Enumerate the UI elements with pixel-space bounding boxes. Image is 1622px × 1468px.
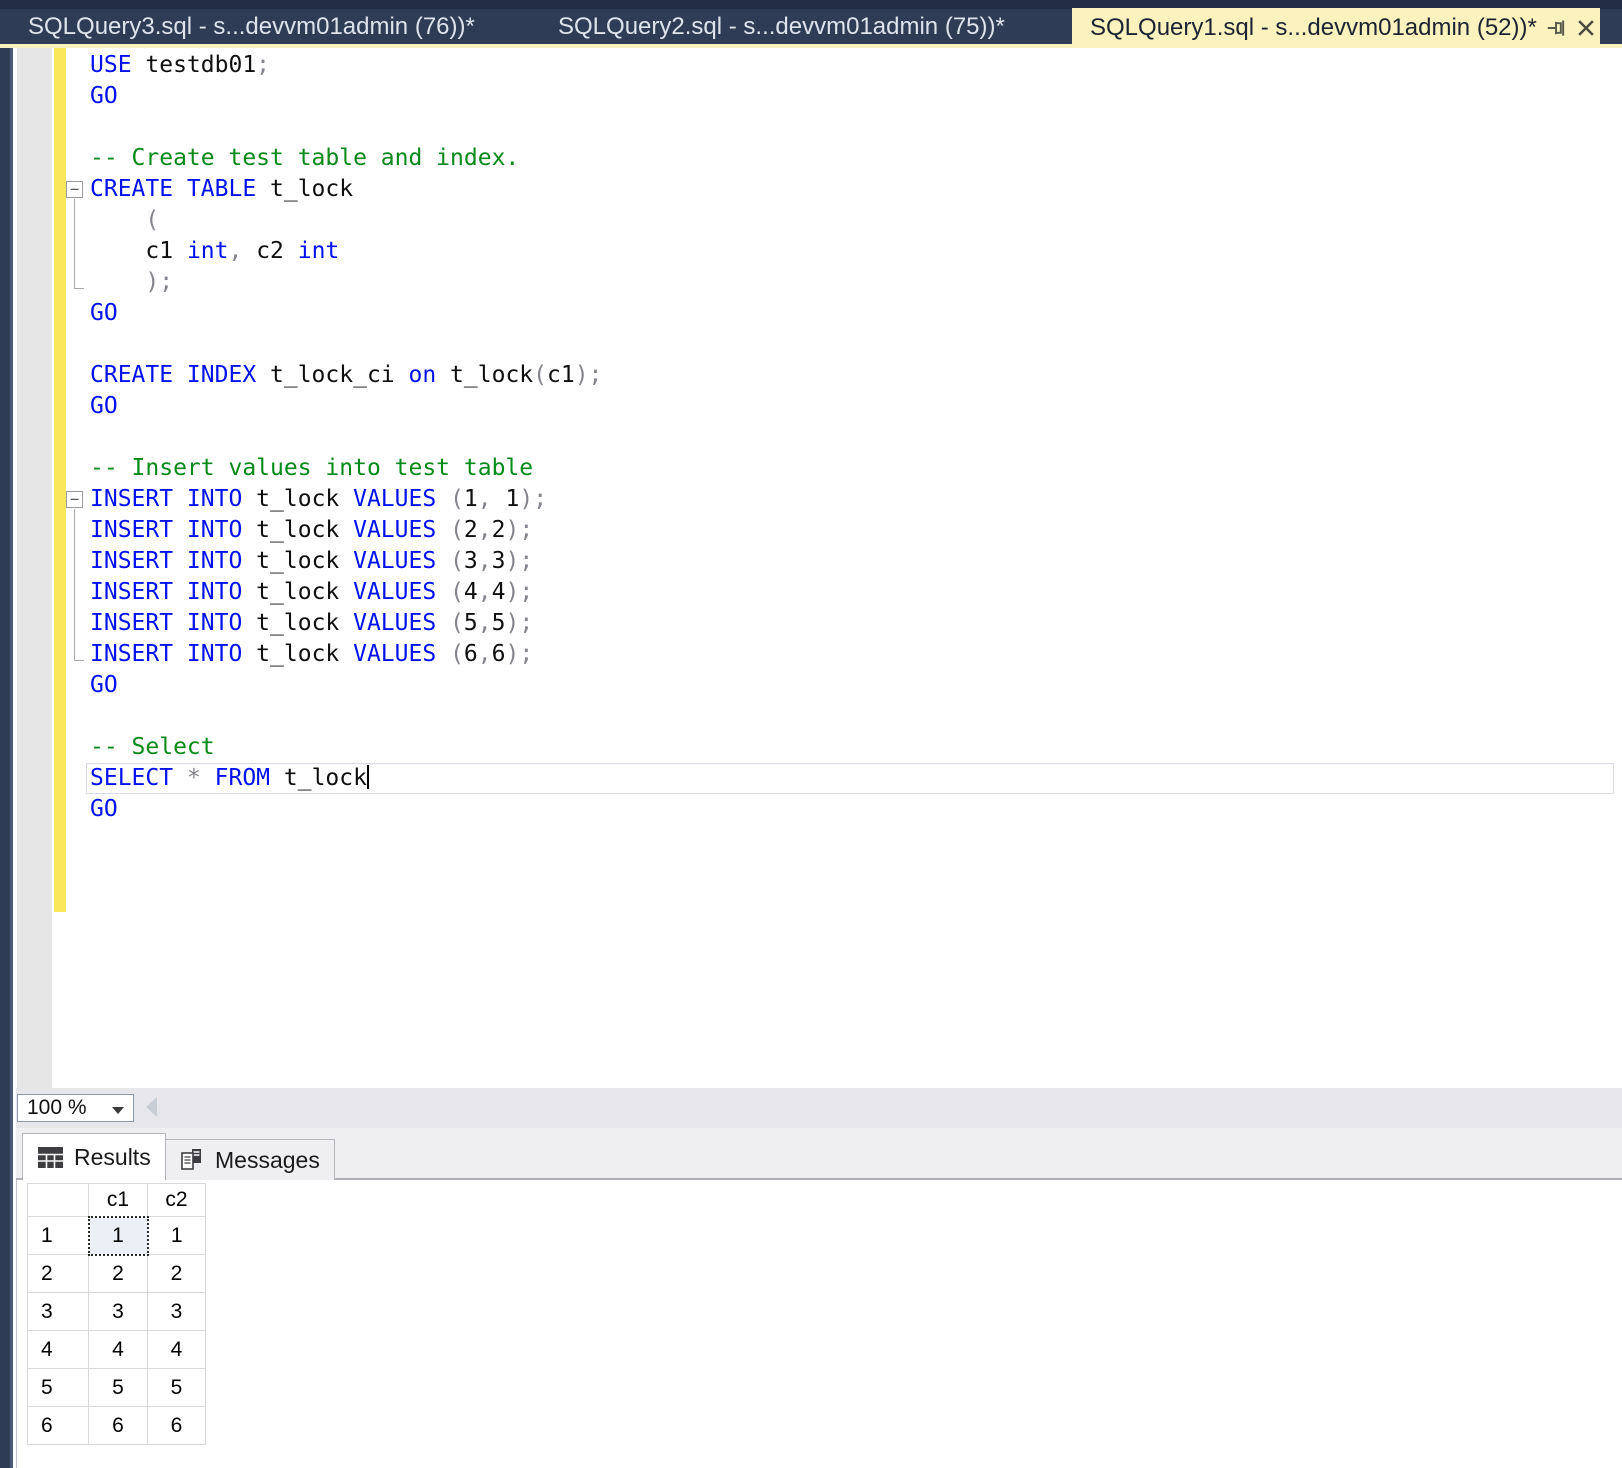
grid-row-header[interactable]: 2	[28, 1255, 89, 1293]
results-grid: c1c2 111222333444555666	[27, 1183, 206, 1445]
close-tab-icon[interactable]	[1575, 14, 1597, 42]
code-text: USE testdb01;GO-- Create test table and …	[90, 50, 1620, 825]
grid-row-header[interactable]: 1	[28, 1217, 89, 1255]
code-line[interactable]: INSERT INTO t_lock VALUES (5,5);	[90, 608, 1620, 639]
grid-column-header[interactable]: c1	[89, 1184, 148, 1217]
code-line[interactable]	[90, 112, 1620, 143]
code-line[interactable]: CREATE TABLE t_lock	[90, 174, 1620, 205]
table-row: 555	[28, 1369, 206, 1407]
grid-cell[interactable]: 3	[89, 1293, 148, 1331]
track-changes-bar	[54, 48, 66, 912]
tab-results[interactable]: Results	[22, 1133, 166, 1180]
code-line[interactable]: INSERT INTO t_lock VALUES (4,4);	[90, 577, 1620, 608]
grid-row-header[interactable]: 6	[28, 1407, 89, 1445]
code-line[interactable]: GO	[90, 794, 1620, 825]
editor-bottom-strip: 100 %	[16, 1088, 1622, 1128]
ssms-window: SQLQuery3.sql - s...devvm01admin (76))* …	[0, 0, 1622, 1468]
table-row: 222	[28, 1255, 206, 1293]
fold-region-line	[74, 199, 84, 289]
document-tab-bar: SQLQuery3.sql - s...devvm01admin (76))* …	[0, 0, 1622, 48]
grid-row-header[interactable]: 4	[28, 1331, 89, 1369]
tab-sqlquery1-active[interactable]: SQLQuery1.sql - s...devvm01admin (52))*	[1072, 8, 1600, 48]
table-row: 666	[28, 1407, 206, 1445]
code-line[interactable]: USE testdb01;	[90, 50, 1620, 81]
tab-label: Messages	[215, 1147, 320, 1174]
tab-sqlquery3[interactable]: SQLQuery3.sql - s...devvm01admin (76))*	[10, 9, 493, 44]
table-row: 444	[28, 1331, 206, 1369]
code-line[interactable]	[90, 329, 1620, 360]
hscroll-left-arrow-icon[interactable]	[146, 1097, 157, 1117]
tab-label: Results	[74, 1144, 151, 1171]
window-left-rail	[0, 48, 13, 1468]
grid-row-header[interactable]: 3	[28, 1293, 89, 1331]
grid-cell[interactable]: 1	[89, 1217, 148, 1255]
code-line[interactable]	[90, 422, 1620, 453]
grid-row-header[interactable]: 5	[28, 1369, 89, 1407]
grid-cell[interactable]: 2	[148, 1255, 206, 1293]
code-line[interactable]: c1 int, c2 int	[90, 236, 1620, 267]
text-caret	[367, 765, 369, 789]
fold-region-line	[74, 509, 84, 661]
code-line[interactable]: SELECT * FROM t_lock	[90, 763, 1620, 794]
table-row: 111	[28, 1217, 206, 1255]
code-line[interactable]: (	[90, 205, 1620, 236]
grid-cell[interactable]: 1	[148, 1217, 206, 1255]
results-grid-panel: c1c2 111222333444555666	[16, 1180, 1622, 1468]
code-line[interactable]: GO	[90, 298, 1620, 329]
zoom-level-dropdown[interactable]: 100 %	[17, 1094, 134, 1122]
grid-cell[interactable]: 4	[89, 1331, 148, 1369]
editor-selection-margin	[17, 48, 52, 1088]
code-line[interactable]: );	[90, 267, 1620, 298]
code-line[interactable]: CREATE INDEX t_lock_ci on t_lock(c1);	[90, 360, 1620, 391]
code-line[interactable]: INSERT INTO t_lock VALUES (1, 1);	[90, 484, 1620, 515]
grid-cell[interactable]: 6	[148, 1407, 206, 1445]
grid-cell[interactable]: 5	[89, 1369, 148, 1407]
code-line[interactable]: -- Insert values into test table	[90, 453, 1620, 484]
tab-messages[interactable]: Messages	[164, 1139, 335, 1180]
tab-label: SQLQuery1.sql - s...devvm01admin (52))*	[1090, 14, 1537, 42]
pin-tab-icon[interactable]	[1545, 14, 1567, 42]
code-line[interactable]: -- Create test table and index.	[90, 143, 1620, 174]
messages-icon	[179, 1147, 205, 1173]
code-line[interactable]	[90, 701, 1620, 732]
tab-sqlquery2[interactable]: SQLQuery2.sql - s...devvm01admin (75))*	[540, 9, 1023, 44]
code-line[interactable]: INSERT INTO t_lock VALUES (3,3);	[90, 546, 1620, 577]
tab-label: SQLQuery3.sql - s...devvm01admin (76))*	[28, 13, 475, 41]
code-line[interactable]: GO	[90, 391, 1620, 422]
collapse-region-icon[interactable]: −	[66, 181, 83, 198]
code-line[interactable]: INSERT INTO t_lock VALUES (2,2);	[90, 515, 1620, 546]
code-line[interactable]: INSERT INTO t_lock VALUES (6,6);	[90, 639, 1620, 670]
sql-editor[interactable]: USE testdb01;GO-- Create test table and …	[16, 48, 1622, 1088]
grid-cell[interactable]: 6	[89, 1407, 148, 1445]
grid-cell[interactable]: 4	[148, 1331, 206, 1369]
chevron-down-icon	[112, 1107, 124, 1114]
table-row: 333	[28, 1293, 206, 1331]
results-grid-icon	[37, 1146, 64, 1169]
grid-column-header[interactable]: c2	[148, 1184, 206, 1217]
grid-cell[interactable]: 5	[148, 1369, 206, 1407]
grid-cell[interactable]: 2	[89, 1255, 148, 1293]
zoom-level-value: 100 %	[27, 1096, 87, 1120]
tab-label: SQLQuery2.sql - s...devvm01admin (75))*	[558, 13, 1005, 41]
code-line[interactable]: GO	[90, 81, 1620, 112]
results-pane-tab-bar: Results Messages	[16, 1128, 1622, 1180]
collapse-region-icon[interactable]: −	[66, 491, 83, 508]
grid-corner-header[interactable]	[28, 1184, 89, 1217]
code-line[interactable]: GO	[90, 670, 1620, 701]
grid-cell[interactable]: 3	[148, 1293, 206, 1331]
code-line[interactable]: -- Select	[90, 732, 1620, 763]
